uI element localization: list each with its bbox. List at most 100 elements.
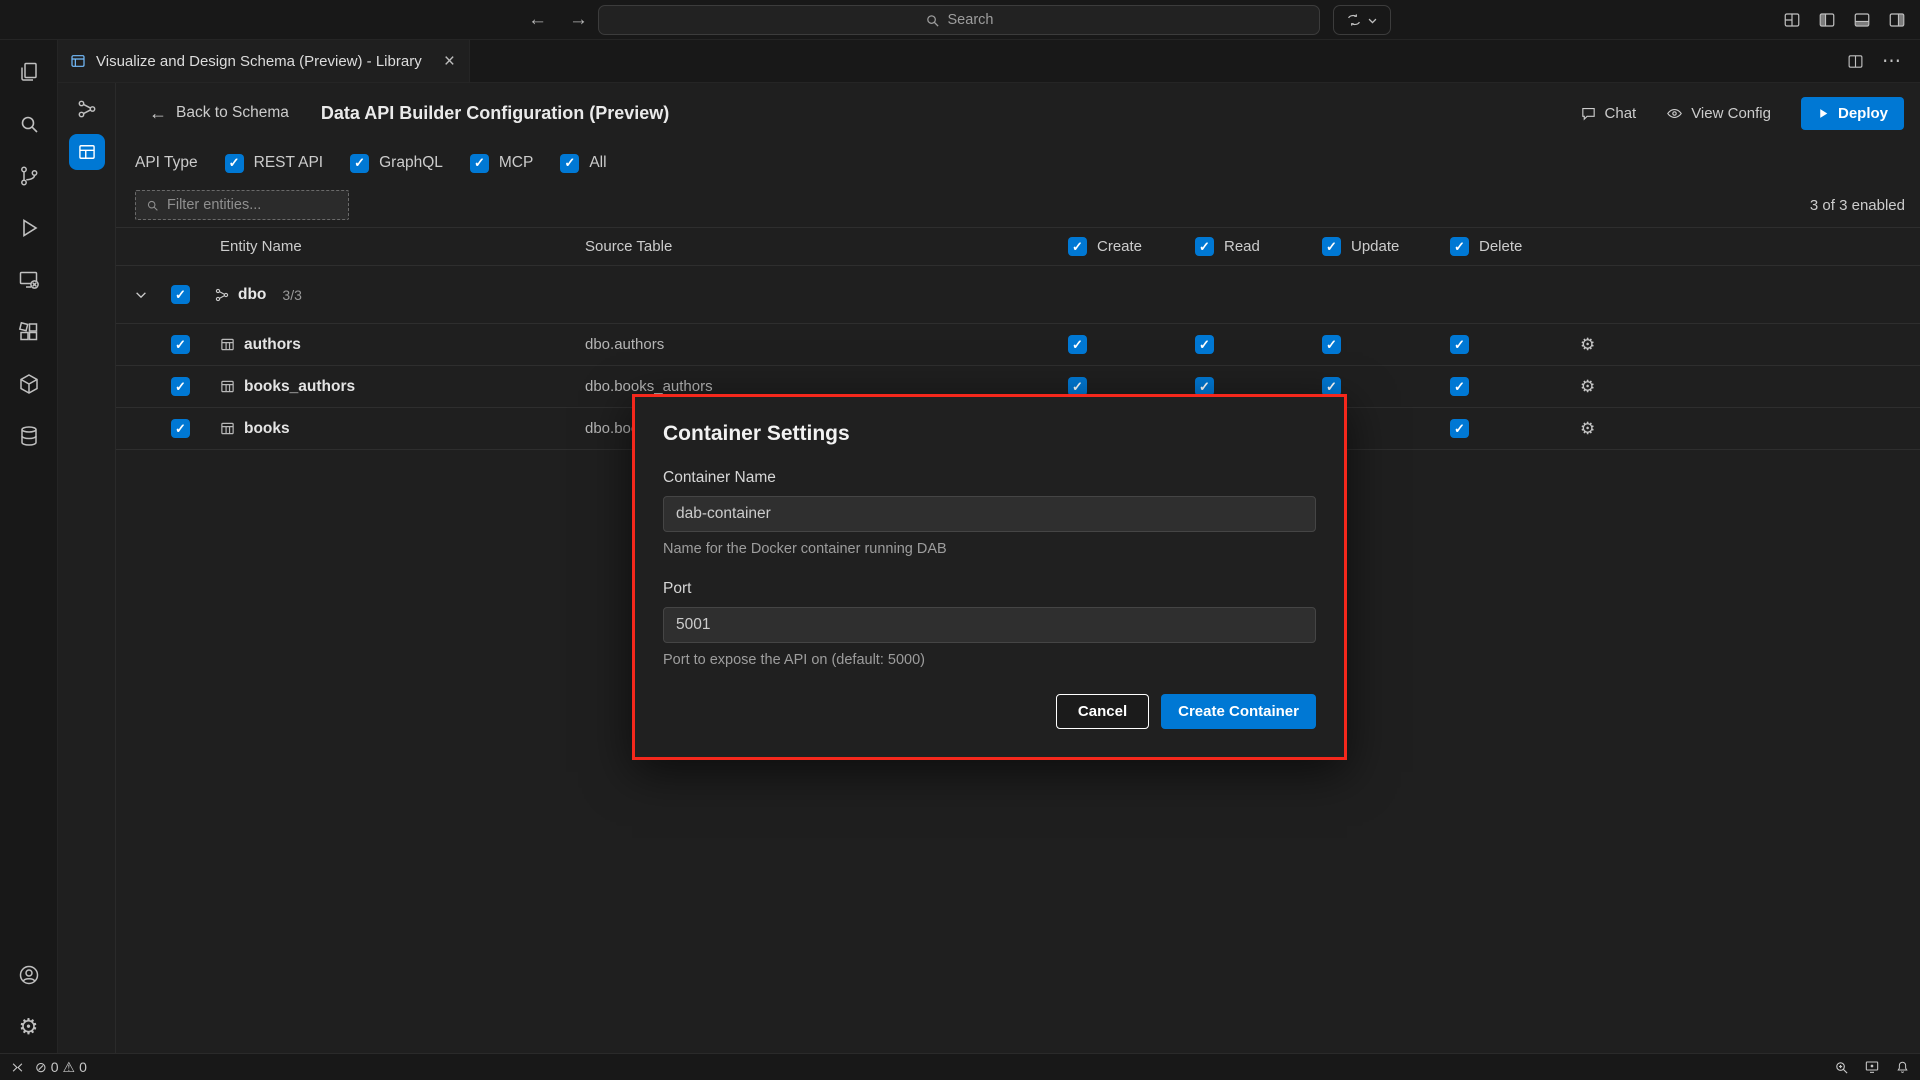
tab-close-button[interactable]: × xyxy=(442,52,457,71)
chevron-down-icon[interactable] xyxy=(134,288,171,302)
warnings-icon: ⚠ xyxy=(63,1059,76,1076)
col-entity-name: Entity Name xyxy=(220,238,585,255)
filter-mcp[interactable]: MCP xyxy=(470,154,533,173)
group-name: dbo xyxy=(238,286,266,304)
container-name-label: Container Name xyxy=(663,469,1316,487)
create-container-button[interactable]: Create Container xyxy=(1161,694,1316,729)
books-authors-enabled-checkbox[interactable] xyxy=(171,377,190,396)
data-api-builder-button[interactable] xyxy=(69,134,105,170)
graphql-checkbox[interactable] xyxy=(350,154,369,173)
authors-update-checkbox[interactable] xyxy=(1322,335,1341,354)
chevron-down-icon xyxy=(1367,15,1378,26)
entity-filter-input[interactable]: Filter entities... xyxy=(135,190,349,220)
toggle-sidebar-icon[interactable] xyxy=(1818,11,1836,29)
filter-graphql[interactable]: GraphQL xyxy=(350,154,443,173)
delete-all-checkbox[interactable] xyxy=(1450,237,1469,256)
group-dbo-checkbox[interactable] xyxy=(171,285,190,304)
database-icon[interactable] xyxy=(0,410,58,462)
table-icon xyxy=(220,379,235,394)
table-icon xyxy=(220,421,235,436)
chat-button[interactable]: Chat xyxy=(1580,105,1637,122)
books-delete-checkbox[interactable] xyxy=(1450,419,1469,438)
rest-api-checkbox[interactable] xyxy=(225,154,244,173)
nav-forward-button[interactable]: → xyxy=(569,9,588,31)
remote-indicator-icon[interactable] xyxy=(10,1060,25,1075)
authors-settings-icon[interactable]: ⚙ xyxy=(1580,335,1920,355)
port-input[interactable] xyxy=(663,607,1316,643)
toggle-panel-icon[interactable] xyxy=(1853,11,1871,29)
container-name-help: Name for the Docker container running DA… xyxy=(663,541,1316,557)
activity-bar: ⚙ xyxy=(0,40,58,1053)
view-config-button[interactable]: View Config xyxy=(1666,105,1771,122)
table-row-authors[interactable]: authors dbo.authors ⚙ xyxy=(116,324,1920,366)
mcp-checkbox[interactable] xyxy=(470,154,489,173)
editor-tab-bar: Visualize and Design Schema (Preview) - … xyxy=(58,40,1920,83)
nav-back-button[interactable]: ← xyxy=(528,9,547,31)
deploy-button[interactable]: Deploy xyxy=(1801,97,1904,130)
accounts-icon[interactable] xyxy=(0,949,58,1001)
problems-indicator[interactable]: ⊘ 0 ⚠ 0 xyxy=(35,1059,87,1076)
schema-preview-tab-icon xyxy=(70,53,86,69)
col-delete: Delete xyxy=(1450,237,1578,256)
read-all-checkbox[interactable] xyxy=(1195,237,1214,256)
explorer-icon[interactable] xyxy=(0,46,58,98)
extensions-icon[interactable] xyxy=(0,306,58,358)
run-debug-icon[interactable] xyxy=(0,202,58,254)
source-control-icon[interactable] xyxy=(0,150,58,202)
play-icon xyxy=(1817,107,1830,120)
books-authors-delete-checkbox[interactable] xyxy=(1450,377,1469,396)
entity-table-header: Entity Name Source Table Create Read xyxy=(116,227,1920,266)
tab-title: Visualize and Design Schema (Preview) - … xyxy=(96,53,432,70)
vscode-window: ← → Search xyxy=(0,0,1920,1080)
container-name-input[interactable] xyxy=(663,496,1316,532)
api-type-filter-row: API Type REST API GraphQL MCP xyxy=(116,143,1920,183)
cancel-button[interactable]: Cancel xyxy=(1056,694,1149,729)
container-settings-dialog: Container Settings Container Name Name f… xyxy=(632,394,1347,760)
settings-gear-icon[interactable]: ⚙ xyxy=(0,1001,58,1053)
back-to-schema-link[interactable]: ← Back to Schema xyxy=(149,103,289,124)
errors-count: 0 xyxy=(51,1059,59,1075)
search-label: Search xyxy=(948,12,994,28)
group-count: 3/3 xyxy=(282,287,301,303)
containers-icon[interactable] xyxy=(0,358,58,410)
back-arrow-icon: ← xyxy=(149,103,167,124)
remote-explorer-icon[interactable] xyxy=(0,254,58,306)
schema-group-row[interactable]: dbo 3/3 xyxy=(116,266,1920,324)
back-label: Back to Schema xyxy=(176,104,289,122)
col-read: Read xyxy=(1195,237,1322,256)
layout-controls xyxy=(1783,0,1906,40)
col-update: Update xyxy=(1322,237,1450,256)
schema-icon xyxy=(214,287,230,303)
books-enabled-checkbox[interactable] xyxy=(171,419,190,438)
create-all-checkbox[interactable] xyxy=(1068,237,1087,256)
chat-icon xyxy=(1580,105,1597,122)
zoom-icon[interactable] xyxy=(1834,1060,1849,1075)
all-checkbox[interactable] xyxy=(560,154,579,173)
tab-visualize-schema[interactable]: Visualize and Design Schema (Preview) - … xyxy=(58,40,470,82)
iterate-icon xyxy=(1346,12,1362,28)
authors-enabled-checkbox[interactable] xyxy=(171,335,190,354)
more-actions-icon[interactable]: ⋯ xyxy=(1882,50,1902,73)
books-authors-settings-icon[interactable]: ⚙ xyxy=(1580,377,1920,397)
update-all-checkbox[interactable] xyxy=(1322,237,1341,256)
errors-icon: ⊘ xyxy=(35,1059,47,1076)
split-editor-icon[interactable] xyxy=(1847,53,1864,70)
warnings-count: 0 xyxy=(79,1059,87,1075)
notifications-bell-icon[interactable] xyxy=(1895,1060,1910,1075)
filter-rest-api[interactable]: REST API xyxy=(225,154,324,173)
schema-graph-icon[interactable] xyxy=(69,93,105,125)
port-label: Port xyxy=(663,580,1316,598)
customize-layout-icon[interactable] xyxy=(1783,11,1801,29)
authors-create-checkbox[interactable] xyxy=(1068,335,1087,354)
authors-read-checkbox[interactable] xyxy=(1195,335,1214,354)
books-settings-icon[interactable]: ⚙ xyxy=(1580,419,1920,439)
search-view-icon[interactable] xyxy=(0,98,58,150)
toggle-secondary-sidebar-icon[interactable] xyxy=(1888,11,1906,29)
session-menu-button[interactable] xyxy=(1333,5,1391,35)
command-center-search[interactable]: Search xyxy=(598,5,1320,35)
authors-delete-checkbox[interactable] xyxy=(1450,335,1469,354)
page-title: Data API Builder Configuration (Preview) xyxy=(321,103,669,124)
filter-all[interactable]: All xyxy=(560,154,606,173)
screencast-icon[interactable] xyxy=(1864,1059,1880,1075)
schema-designer-toolbar xyxy=(58,83,116,1053)
